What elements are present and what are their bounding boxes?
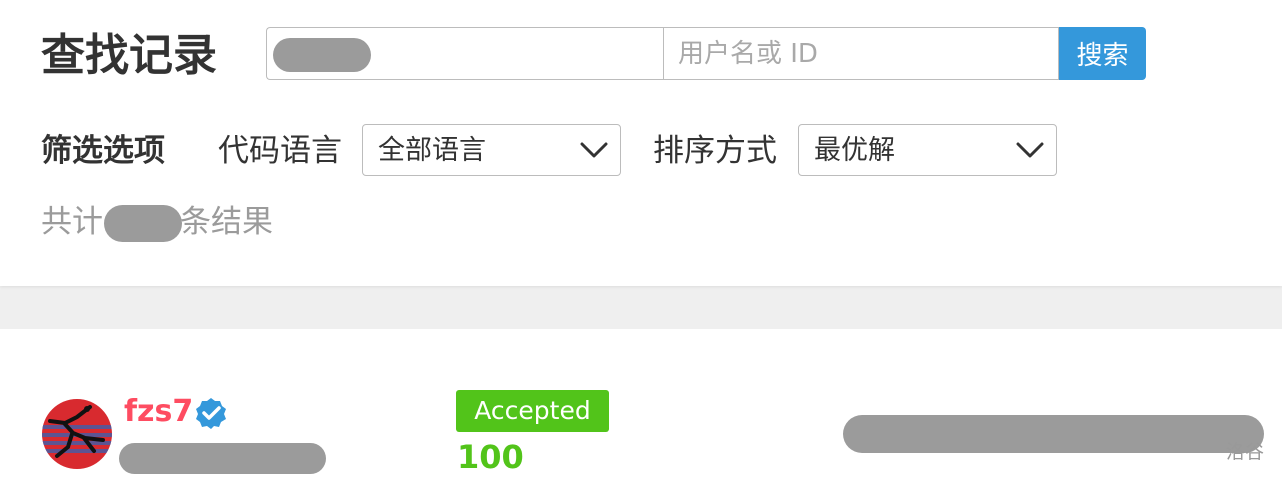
user-search-input[interactable] (664, 28, 1058, 79)
sort-select-value: 最优解 (814, 135, 895, 166)
language-filter-label: 代码语言 (218, 133, 342, 169)
username-link[interactable]: fzs7 (124, 393, 193, 431)
problem-search-field[interactable] (266, 27, 663, 80)
redacted-problem-value (273, 38, 371, 72)
search-bar: 搜索 (266, 27, 1146, 80)
redacted-problem-title (843, 415, 1264, 453)
redacted-result-count (104, 205, 182, 242)
result-count-prefix: 共计 (41, 204, 103, 240)
chevron-down-icon (1016, 142, 1044, 158)
score: 100 (457, 438, 524, 476)
avatar[interactable] (42, 399, 112, 469)
search-button[interactable]: 搜索 (1059, 27, 1146, 80)
redacted-user-info (119, 443, 326, 474)
result-count-suffix: 条结果 (180, 204, 273, 240)
luogu-watermark: 洛谷 (1225, 441, 1264, 463)
chevron-down-icon (580, 142, 608, 158)
search-panel: 查找记录 搜索 筛选选项 代码语言 全部语言 排序方式 最优解 共计 条结果 (0, 0, 1282, 286)
sort-filter-label: 排序方式 (653, 133, 777, 169)
user-search-field[interactable] (663, 27, 1059, 80)
language-select-value: 全部语言 (378, 135, 486, 166)
sort-select[interactable]: 最优解 (798, 124, 1057, 176)
record-list-item: fzs7 Accepted 100 洛谷 (0, 329, 1282, 482)
language-select[interactable]: 全部语言 (362, 124, 621, 176)
filter-heading: 筛选选项 (41, 133, 165, 169)
page-title: 查找记录 (41, 30, 217, 81)
verified-badge-icon (196, 398, 226, 429)
status-badge[interactable]: Accepted (456, 390, 609, 432)
